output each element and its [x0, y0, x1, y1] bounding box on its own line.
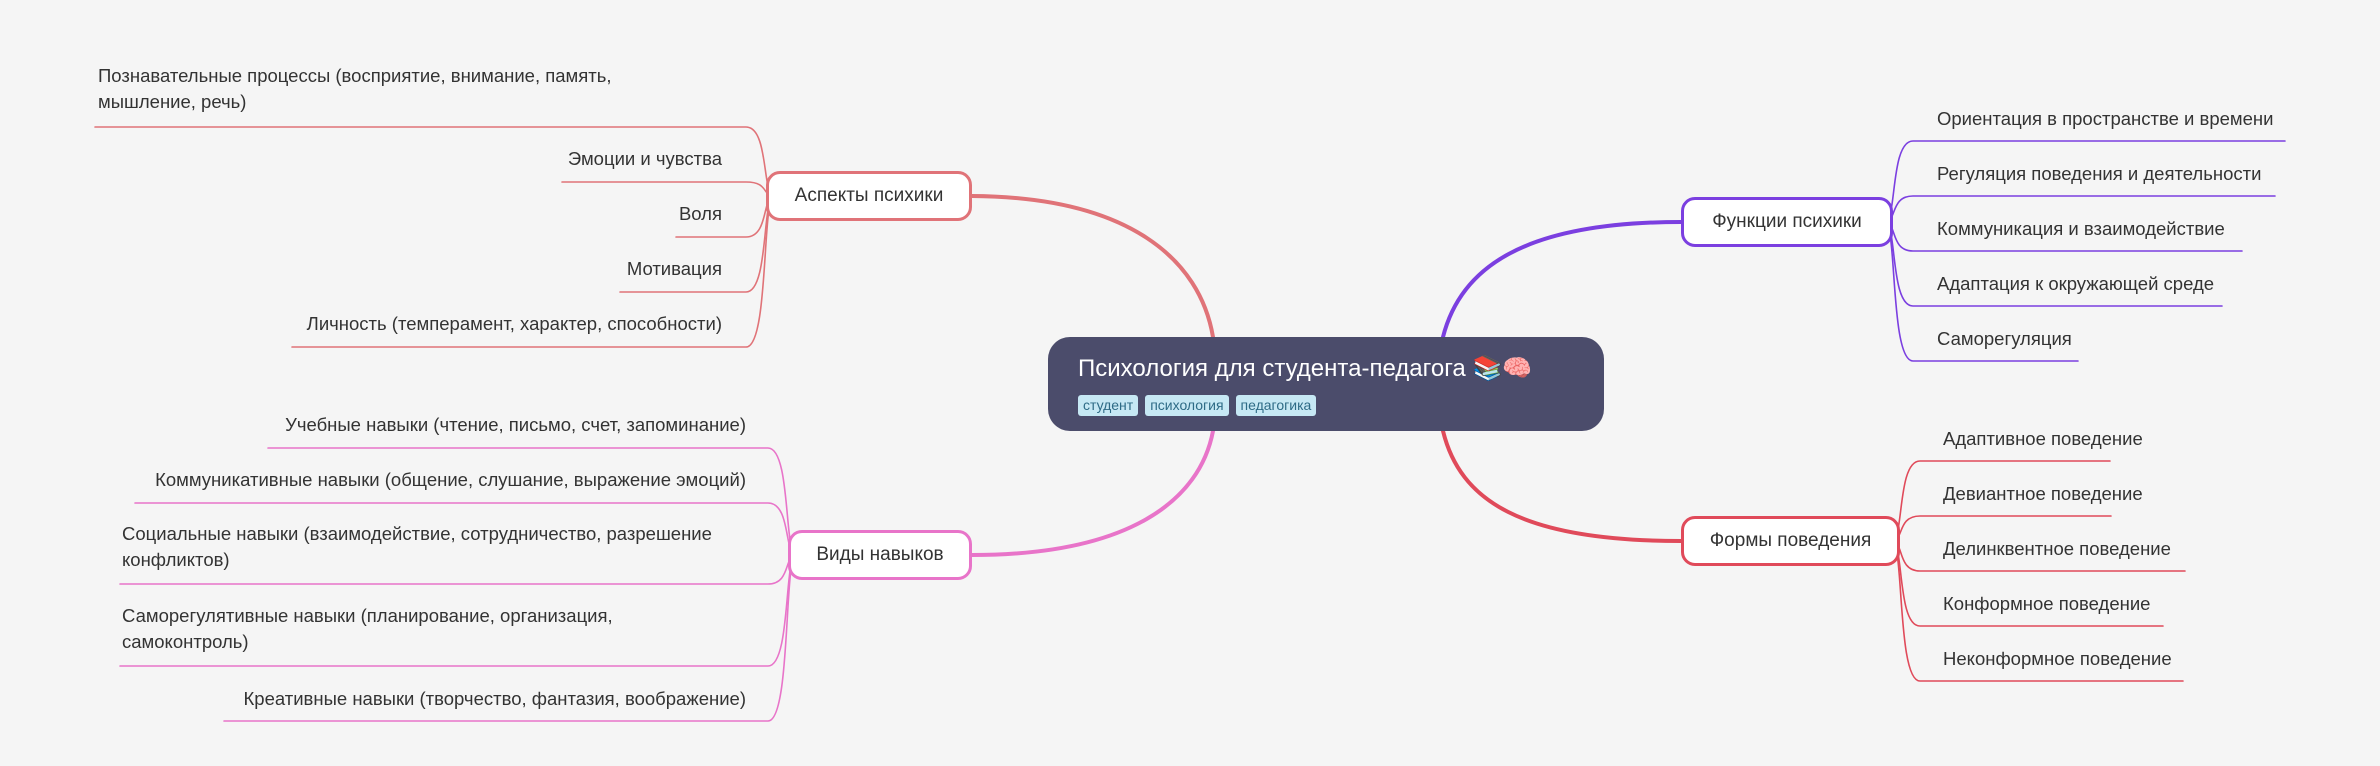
link-root-behavior: [1441, 429, 1683, 543]
functions-item-regulation[interactable]: Регуляция поведения и деятельности: [1937, 161, 2357, 187]
root-title: Психология для студента-педагога 📚🧠: [1078, 355, 1533, 382]
behavior-item-deviant[interactable]: Девиантное поведение: [1943, 481, 2243, 507]
tag-psychology[interactable]: психология: [1145, 395, 1229, 416]
functions-item-selfregulation[interactable]: Саморегуляция: [1937, 326, 2357, 352]
tag-list: студент психология педагогика: [1078, 395, 1574, 416]
link-root-skills: [970, 429, 1215, 557]
aspects-item-motivation[interactable]: Мотивация: [400, 256, 722, 282]
aspects-item-will[interactable]: Воля: [400, 201, 722, 227]
link-aspects-1: [561, 181, 775, 197]
skills-item-creative[interactable]: Креативные навыки (творчество, фантазия,…: [150, 686, 747, 712]
root-topic[interactable]: Психология для студента-педагога 📚🧠 студ…: [1048, 337, 1604, 431]
branch-skills[interactable]: Виды навыков: [788, 530, 972, 580]
functions-item-orientation[interactable]: Ориентация в пространстве и времени: [1937, 106, 2357, 132]
functions-item-adaptation[interactable]: Адаптация к окружающей среде: [1937, 271, 2357, 297]
link-root-aspects: [970, 194, 1215, 339]
aspects-item-emotions[interactable]: Эмоции и чувства: [400, 146, 722, 172]
behavior-item-adaptive[interactable]: Адаптивное поведение: [1943, 426, 2243, 452]
skills-item-communicative[interactable]: Коммуникативные навыки (общение, слушани…: [100, 467, 746, 493]
aspects-item-personality[interactable]: Личность (темперамент, характер, способн…: [200, 311, 722, 337]
behavior-item-delinquent[interactable]: Делинквентное поведение: [1943, 536, 2243, 562]
skills-item-learning[interactable]: Учебные навыки (чтение, письмо, счет, за…: [150, 412, 746, 438]
tag-student[interactable]: студент: [1078, 395, 1139, 416]
branch-behavior[interactable]: Формы поведения: [1681, 516, 1900, 566]
branch-functions[interactable]: Функции психики: [1681, 197, 1893, 247]
functions-item-communication[interactable]: Коммуникация и взаимодействие: [1937, 216, 2357, 242]
skills-item-selfregulation[interactable]: Саморегулятивные навыки (планирование, о…: [122, 603, 742, 655]
behavior-item-nonconformal[interactable]: Неконформное поведение: [1943, 646, 2243, 672]
link-root-functions: [1441, 220, 1683, 339]
branch-aspects[interactable]: Аспекты психики: [766, 171, 972, 221]
skills-item-social[interactable]: Социальные навыки (взаимодействие, сотру…: [122, 521, 762, 573]
aspects-item-cognitive[interactable]: Познавательные процессы (восприятие, вни…: [98, 63, 658, 115]
behavior-item-conformal[interactable]: Конформное поведение: [1943, 591, 2243, 617]
tag-pedagogy[interactable]: педагогика: [1235, 395, 1317, 416]
mindmap-canvas: Психология для студента-педагога 📚🧠 студ…: [0, 0, 2380, 766]
